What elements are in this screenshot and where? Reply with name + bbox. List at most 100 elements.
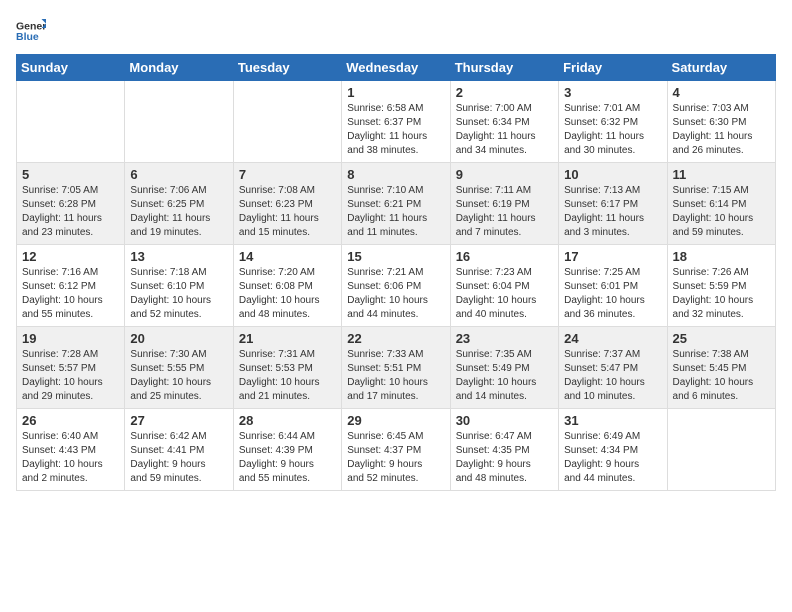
day-info: Sunrise: 7:01 AM Sunset: 6:32 PM Dayligh…: [564, 102, 661, 158]
day-info: Sunrise: 7:00 AM Sunset: 6:34 PM Dayligh…: [456, 102, 553, 158]
day-info: Sunrise: 7:15 AM Sunset: 6:14 PM Dayligh…: [673, 184, 770, 240]
day-number: 16: [456, 249, 553, 264]
calendar-cell: [17, 81, 125, 163]
calendar-cell: 28 Sunrise: 6:44 AM Sunset: 4:39 PM Dayli…: [233, 409, 341, 491]
day-info: Sunrise: 7:06 AM Sunset: 6:25 PM Dayligh…: [130, 184, 227, 240]
day-info: Sunrise: 7:10 AM Sunset: 6:21 PM Dayligh…: [347, 184, 444, 240]
calendar-cell: [125, 81, 233, 163]
day-info: Sunrise: 7:38 AM Sunset: 5:45 PM Dayligh…: [673, 348, 770, 404]
calendar-cell: 22 Sunrise: 7:33 AM Sunset: 5:51 PM Dayli…: [342, 327, 450, 409]
day-number: 21: [239, 331, 336, 346]
logo: General Blue: [16, 16, 50, 46]
day-number: 24: [564, 331, 661, 346]
day-number: 18: [673, 249, 770, 264]
calendar-cell: 26 Sunrise: 6:40 AM Sunset: 4:43 PM Dayli…: [17, 409, 125, 491]
calendar-cell: 31 Sunrise: 6:49 AM Sunset: 4:34 PM Dayli…: [559, 409, 667, 491]
day-number: 10: [564, 167, 661, 182]
day-info: Sunrise: 7:37 AM Sunset: 5:47 PM Dayligh…: [564, 348, 661, 404]
day-info: Sunrise: 7:33 AM Sunset: 5:51 PM Dayligh…: [347, 348, 444, 404]
day-info: Sunrise: 7:31 AM Sunset: 5:53 PM Dayligh…: [239, 348, 336, 404]
day-number: 23: [456, 331, 553, 346]
day-info: Sunrise: 7:05 AM Sunset: 6:28 PM Dayligh…: [22, 184, 119, 240]
weekday-header-sunday: Sunday: [17, 55, 125, 81]
weekday-header-wednesday: Wednesday: [342, 55, 450, 81]
day-info: Sunrise: 7:26 AM Sunset: 5:59 PM Dayligh…: [673, 266, 770, 322]
calendar-table: SundayMondayTuesdayWednesdayThursdayFrid…: [16, 54, 776, 491]
calendar-cell: 8Sunrise: 7:10 AM Sunset: 6:21 PM Daylig…: [342, 163, 450, 245]
calendar-cell: 3 Sunrise: 7:01 AM Sunset: 6:32 PM Daylig…: [559, 81, 667, 163]
day-number: 13: [130, 249, 227, 264]
day-number: 1: [347, 85, 444, 100]
calendar-cell: 4 Sunrise: 7:03 AM Sunset: 6:30 PM Daylig…: [667, 81, 775, 163]
day-number: 19: [22, 331, 119, 346]
calendar-cell: 23 Sunrise: 7:35 AM Sunset: 5:49 PM Dayli…: [450, 327, 558, 409]
logo-icon: General Blue: [16, 16, 46, 46]
day-info: Sunrise: 6:40 AM Sunset: 4:43 PM Dayligh…: [22, 430, 119, 486]
calendar-cell: 13 Sunrise: 7:18 AM Sunset: 6:10 PM Dayli…: [125, 245, 233, 327]
day-info: Sunrise: 6:42 AM Sunset: 4:41 PM Dayligh…: [130, 430, 227, 486]
day-info: Sunrise: 6:44 AM Sunset: 4:39 PM Dayligh…: [239, 430, 336, 486]
calendar-cell: 16 Sunrise: 7:23 AM Sunset: 6:04 PM Dayli…: [450, 245, 558, 327]
calendar-cell: 18 Sunrise: 7:26 AM Sunset: 5:59 PM Dayli…: [667, 245, 775, 327]
day-number: 7: [239, 167, 336, 182]
calendar-cell: 9Sunrise: 7:11 AM Sunset: 6:19 PM Daylig…: [450, 163, 558, 245]
day-info: Sunrise: 7:16 AM Sunset: 6:12 PM Dayligh…: [22, 266, 119, 322]
day-number: 29: [347, 413, 444, 428]
calendar-cell: 21 Sunrise: 7:31 AM Sunset: 5:53 PM Dayli…: [233, 327, 341, 409]
day-number: 20: [130, 331, 227, 346]
calendar-cell: 6 Sunrise: 7:06 AM Sunset: 6:25 PM Daylig…: [125, 163, 233, 245]
calendar-cell: 12 Sunrise: 7:16 AM Sunset: 6:12 PM Dayli…: [17, 245, 125, 327]
day-number: 12: [22, 249, 119, 264]
day-info: Sunrise: 7:11 AM Sunset: 6:19 PM Dayligh…: [456, 184, 553, 240]
calendar-week-5: 26 Sunrise: 6:40 AM Sunset: 4:43 PM Dayli…: [17, 409, 776, 491]
weekday-header-monday: Monday: [125, 55, 233, 81]
calendar-cell: 1 Sunrise: 6:58 AM Sunset: 6:37 PM Daylig…: [342, 81, 450, 163]
day-number: 25: [673, 331, 770, 346]
weekday-header-friday: Friday: [559, 55, 667, 81]
day-info: Sunrise: 6:58 AM Sunset: 6:37 PM Dayligh…: [347, 102, 444, 158]
day-info: Sunrise: 7:25 AM Sunset: 6:01 PM Dayligh…: [564, 266, 661, 322]
calendar-cell: 11Sunrise: 7:15 AM Sunset: 6:14 PM Dayli…: [667, 163, 775, 245]
day-info: Sunrise: 7:08 AM Sunset: 6:23 PM Dayligh…: [239, 184, 336, 240]
day-info: Sunrise: 7:03 AM Sunset: 6:30 PM Dayligh…: [673, 102, 770, 158]
day-number: 2: [456, 85, 553, 100]
day-number: 5: [22, 167, 119, 182]
day-info: Sunrise: 6:47 AM Sunset: 4:35 PM Dayligh…: [456, 430, 553, 486]
day-info: Sunrise: 6:49 AM Sunset: 4:34 PM Dayligh…: [564, 430, 661, 486]
calendar-week-2: 5 Sunrise: 7:05 AM Sunset: 6:28 PM Daylig…: [17, 163, 776, 245]
day-info: Sunrise: 7:21 AM Sunset: 6:06 PM Dayligh…: [347, 266, 444, 322]
day-number: 4: [673, 85, 770, 100]
day-number: 3: [564, 85, 661, 100]
day-info: Sunrise: 7:18 AM Sunset: 6:10 PM Dayligh…: [130, 266, 227, 322]
day-info: Sunrise: 7:35 AM Sunset: 5:49 PM Dayligh…: [456, 348, 553, 404]
day-number: 22: [347, 331, 444, 346]
day-number: 31: [564, 413, 661, 428]
day-number: 6: [130, 167, 227, 182]
calendar-cell: 20 Sunrise: 7:30 AM Sunset: 5:55 PM Dayli…: [125, 327, 233, 409]
day-info: Sunrise: 6:45 AM Sunset: 4:37 PM Dayligh…: [347, 430, 444, 486]
day-info: Sunrise: 7:20 AM Sunset: 6:08 PM Dayligh…: [239, 266, 336, 322]
day-number: 14: [239, 249, 336, 264]
day-info: Sunrise: 7:13 AM Sunset: 6:17 PM Dayligh…: [564, 184, 661, 240]
calendar-cell: 19 Sunrise: 7:28 AM Sunset: 5:57 PM Dayli…: [17, 327, 125, 409]
calendar-cell: 15 Sunrise: 7:21 AM Sunset: 6:06 PM Dayli…: [342, 245, 450, 327]
calendar-cell: 5 Sunrise: 7:05 AM Sunset: 6:28 PM Daylig…: [17, 163, 125, 245]
day-number: 28: [239, 413, 336, 428]
day-number: 17: [564, 249, 661, 264]
day-number: 15: [347, 249, 444, 264]
day-info: Sunrise: 7:30 AM Sunset: 5:55 PM Dayligh…: [130, 348, 227, 404]
calendar-week-3: 12 Sunrise: 7:16 AM Sunset: 6:12 PM Dayli…: [17, 245, 776, 327]
day-info: Sunrise: 7:28 AM Sunset: 5:57 PM Dayligh…: [22, 348, 119, 404]
page-header: General Blue: [16, 16, 776, 46]
calendar-cell: 17 Sunrise: 7:25 AM Sunset: 6:01 PM Dayli…: [559, 245, 667, 327]
calendar-cell: 14 Sunrise: 7:20 AM Sunset: 6:08 PM Dayli…: [233, 245, 341, 327]
day-info: Sunrise: 7:23 AM Sunset: 6:04 PM Dayligh…: [456, 266, 553, 322]
weekday-header-tuesday: Tuesday: [233, 55, 341, 81]
day-number: 26: [22, 413, 119, 428]
svg-text:Blue: Blue: [16, 31, 39, 43]
calendar-cell: 25 Sunrise: 7:38 AM Sunset: 5:45 PM Dayli…: [667, 327, 775, 409]
calendar-cell: 29 Sunrise: 6:45 AM Sunset: 4:37 PM Dayli…: [342, 409, 450, 491]
calendar-cell: 30Sunrise: 6:47 AM Sunset: 4:35 PM Dayli…: [450, 409, 558, 491]
calendar-cell: [233, 81, 341, 163]
weekday-header-thursday: Thursday: [450, 55, 558, 81]
